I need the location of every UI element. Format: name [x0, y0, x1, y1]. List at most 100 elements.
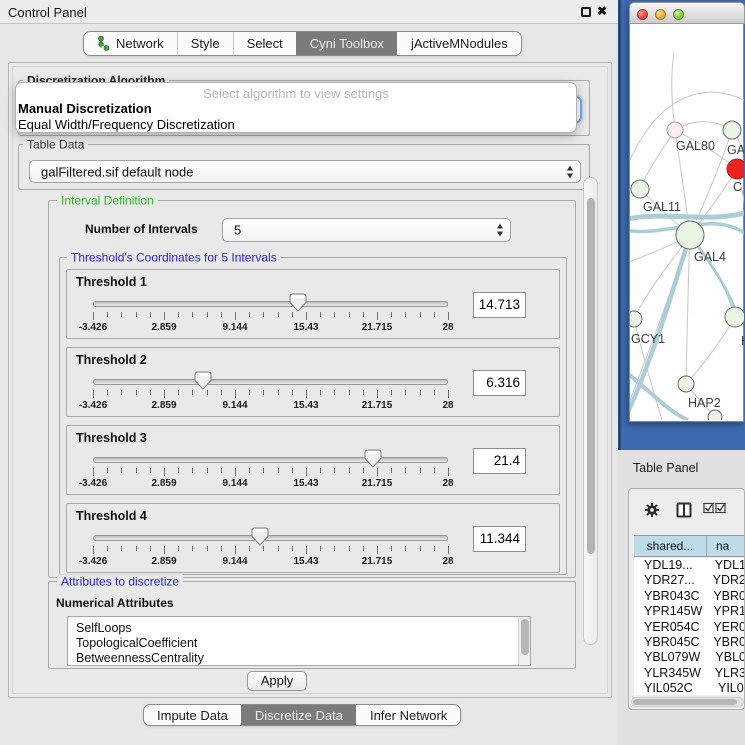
table-row[interactable]: YPR145WYPR1: [634, 604, 745, 619]
tick-mark: [221, 390, 222, 395]
number-of-intervals-combo[interactable]: 5: [222, 218, 511, 242]
table-panel-area: Table Panel shared... na YDL19...YDL1YDR…: [618, 450, 745, 745]
scrollbar-thumb[interactable]: [587, 198, 595, 554]
threshold-slider-track[interactable]: [93, 379, 448, 385]
threshold-slider-thumb[interactable]: [251, 527, 269, 546]
threshold-value-field[interactable]: 21.4: [473, 448, 526, 474]
threshold-value-field[interactable]: 11.344: [473, 526, 526, 552]
network-node-gal4[interactable]: [676, 221, 704, 249]
close-traffic-light[interactable]: [637, 9, 648, 20]
network-node-gal80[interactable]: [667, 122, 683, 138]
attributes-list[interactable]: SelfLoopsTopologicalCoefficientBetweenne…: [68, 617, 518, 665]
algorithm-dropdown-popup: Select algorithm to view settings Manual…: [15, 82, 577, 133]
list-item-selfloops[interactable]: SelfLoops: [76, 621, 518, 636]
tick-mark: [178, 390, 179, 395]
minimize-traffic-light[interactable]: [655, 9, 666, 20]
tab-style[interactable]: Style: [177, 32, 233, 55]
tick-mark: [164, 390, 165, 398]
threshold-slider-track[interactable]: [93, 457, 448, 463]
tab-impute-data[interactable]: Impute Data: [144, 705, 241, 725]
checkbox-icons[interactable]: [703, 502, 727, 514]
network-node-c[interactable]: [727, 159, 744, 179]
tick-mark: [192, 468, 193, 473]
tick-mark: [136, 312, 137, 317]
network-window-titlebar[interactable]: [629, 2, 745, 24]
attributes-list-scrollbar[interactable]: [518, 617, 530, 665]
table-data-combo-value: galFiltered.sif default node: [41, 164, 193, 179]
tab-jactivemnodules[interactable]: jActiveMNodules: [397, 32, 521, 55]
table-row[interactable]: YBR043CYBR0: [634, 589, 745, 604]
tick-mark: [434, 312, 435, 317]
threshold-value-field[interactable]: 6.316: [473, 370, 526, 396]
table-header-name[interactable]: na: [707, 536, 745, 556]
interval-definition-group-label: Interval Definition: [57, 193, 158, 207]
popup-item-equal-width-frequency-discretization[interactable]: Equal Width/Frequency Discretization: [16, 117, 576, 133]
tab-select[interactable]: Select: [233, 32, 296, 55]
threshold-label: Threshold 4: [76, 509, 147, 523]
gear-icon[interactable]: [644, 502, 660, 518]
tick-mark: [249, 312, 250, 317]
tick-mark: [448, 468, 449, 476]
scrollbar-thumb[interactable]: [633, 699, 737, 705]
cell-name: YDL1: [715, 558, 745, 573]
thresholds-group-label: Threshold's Coordinates for 5 Intervals: [67, 250, 281, 264]
tick-mark: [320, 546, 321, 551]
axis-tick-label: -3.426: [71, 478, 115, 489]
panel-vertical-scrollbar[interactable]: [583, 177, 598, 645]
network-node-h[interactable]: [725, 307, 744, 327]
scrollbar-thumb[interactable]: [521, 619, 529, 655]
table-row[interactable]: YLR345WYLR3: [634, 666, 745, 681]
threshold-slider-thumb[interactable]: [194, 371, 212, 390]
table-row[interactable]: YBL079WYBL0: [634, 650, 745, 665]
threshold-slider-thumb[interactable]: [364, 449, 382, 468]
cell-name: YIL0: [718, 681, 745, 695]
list-item-betweennesscentrality[interactable]: BetweennessCentrality: [76, 651, 518, 665]
axis-tick-label: 15.43: [284, 478, 328, 489]
tick-mark: [405, 468, 406, 473]
slider-tick-marks: [93, 546, 449, 555]
tick-mark: [107, 546, 108, 551]
slider-axis-labels: -3.4262.8599.14415.4321.71528: [93, 478, 449, 490]
network-canvas[interactable]: GAL80GACGAL11GAL4GCY1HHAP2: [629, 24, 744, 422]
tick-mark: [150, 546, 151, 551]
cell-name: YDR2: [713, 573, 745, 588]
tick-mark: [420, 468, 421, 473]
close-icon[interactable]: ✖: [597, 4, 607, 18]
threshold-slider-thumb[interactable]: [289, 293, 307, 312]
tab-cyni-toolbox[interactable]: Cyni Toolbox: [296, 32, 397, 55]
table-row[interactable]: YBR045CYBR0: [634, 635, 745, 650]
network-node[interactable]: [708, 410, 722, 420]
table-row[interactable]: YER054CYER0: [634, 620, 745, 635]
network-icon: [97, 36, 110, 51]
table-row[interactable]: YDL19...YDL1: [634, 558, 745, 573]
split-panel-icon[interactable]: [676, 502, 692, 518]
threshold-value-field[interactable]: 14.713: [473, 292, 526, 318]
table-data-combo[interactable]: galFiltered.sif default node: [29, 160, 581, 183]
table-header-shared-name[interactable]: shared...: [634, 536, 707, 556]
axis-tick-label: 2.859: [142, 322, 186, 333]
table-horizontal-scrollbar[interactable]: [631, 697, 744, 707]
axis-tick-label: 2.859: [142, 556, 186, 567]
network-node-hap2[interactable]: [678, 376, 694, 392]
threshold-slider-track[interactable]: [93, 535, 448, 541]
axis-tick-label: 15.43: [284, 322, 328, 333]
tab-network[interactable]: Network: [84, 32, 177, 55]
float-window-icon[interactable]: [581, 7, 591, 17]
tab-discretize-data[interactable]: Discretize Data: [241, 705, 356, 725]
threshold-slider-track[interactable]: [93, 301, 448, 307]
tab-infer-network[interactable]: Infer Network: [356, 705, 460, 725]
network-node-gal11[interactable]: [631, 180, 649, 198]
popup-item-manual-discretization[interactable]: Manual Discretization: [16, 101, 576, 117]
tick-mark: [107, 390, 108, 395]
network-node-gcy1[interactable]: [630, 311, 642, 327]
zoom-traffic-light[interactable]: [673, 9, 684, 20]
tab-label: jActiveMNodules: [411, 36, 508, 51]
tick-mark: [405, 312, 406, 317]
list-item-topologicalcoefficient[interactable]: TopologicalCoefficient: [76, 636, 518, 651]
table-row[interactable]: YIL052CYIL0: [634, 681, 745, 695]
table-row[interactable]: YDR27...YDR2: [634, 573, 745, 588]
top-tab-bar: NetworkStyleSelectCyni Toolbox jActiveMNo…: [83, 31, 522, 56]
network-node-ga[interactable]: [723, 121, 741, 139]
tick-mark: [107, 312, 108, 317]
apply-button[interactable]: Apply: [247, 671, 307, 691]
